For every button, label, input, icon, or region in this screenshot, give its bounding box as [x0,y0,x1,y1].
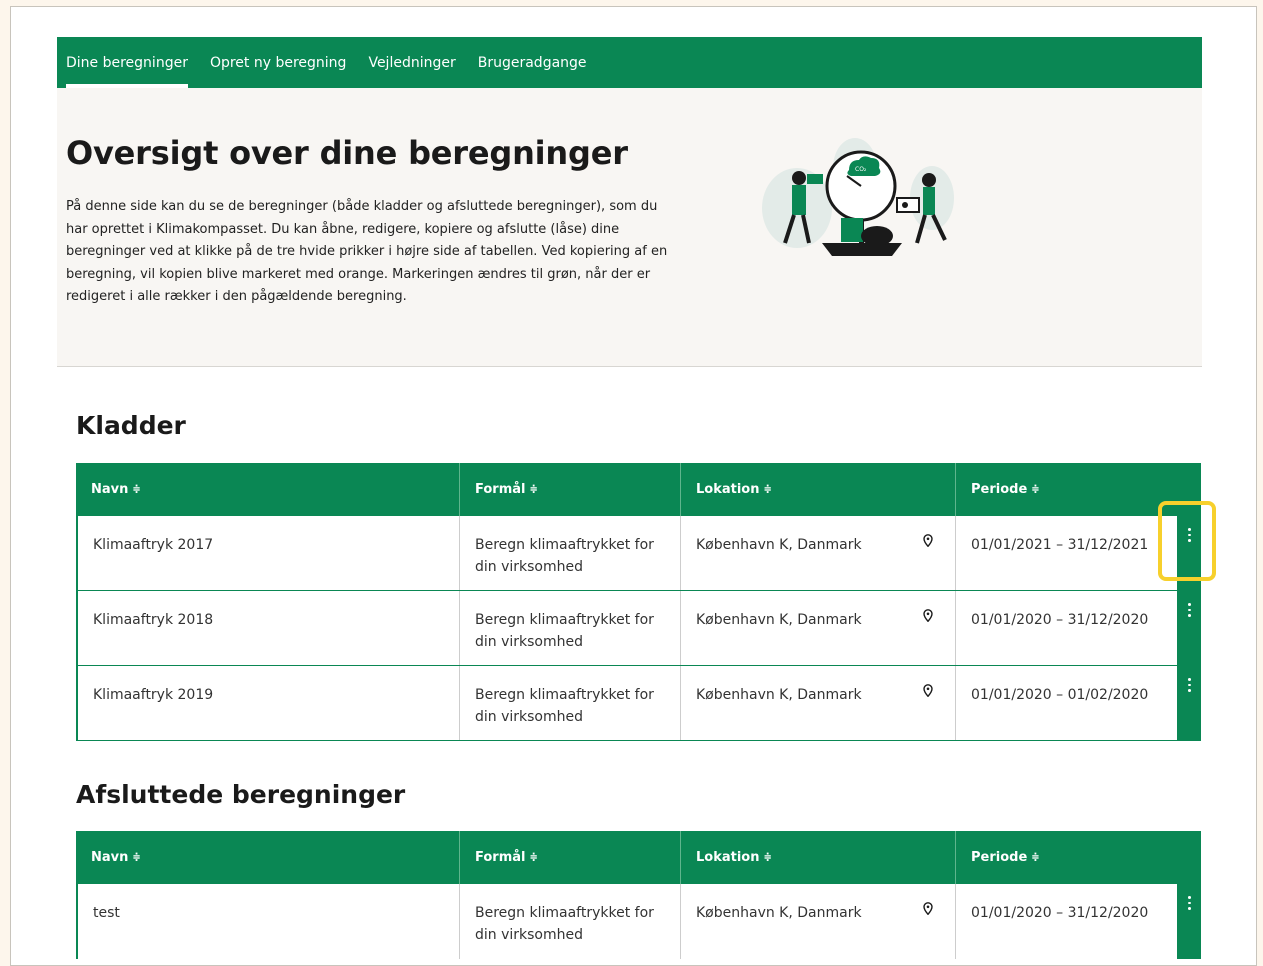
hero-banner: Oversigt over dine beregninger På denne … [57,88,1202,367]
col-header-formaal[interactable]: Formål ≑ [460,463,681,516]
page-description: På denne side kan du se de beregninger (… [66,199,668,304]
menu-highlight-annotation [1158,501,1216,581]
col-header-lokation[interactable]: Lokation ≑ [681,831,956,884]
location-pin-icon [923,684,933,697]
nav-vejledninger[interactable]: Vejledninger [357,37,466,88]
col-header-lokation[interactable]: Lokation ≑ [681,463,956,516]
row-menu-button[interactable] [1177,884,1201,959]
location-pin-icon [923,609,933,622]
cell-period: 01/01/2020 – 31/12/2020 [971,612,1149,628]
finished-table: Navn ≑ Formål ≑ Lokation ≑ Periode ≑ test Be… [76,831,1201,959]
top-navigation: Dine beregninger Opret ny beregning Vejl… [57,37,1202,88]
cell-name: Klimaaftryk 2019 [78,666,460,740]
cell-name: Klimaaftryk 2017 [78,516,460,590]
cell-period: 01/01/2021 – 31/12/2021 [971,537,1149,553]
cell-period: 01/01/2020 – 01/02/2020 [971,687,1149,703]
nav-opret-ny-beregning[interactable]: Opret ny beregning [199,37,358,88]
table-row[interactable]: test Beregn klimaaftrykket for din virks… [76,884,1201,959]
sort-icon: ≑ [529,484,538,495]
nav-brugeradgange[interactable]: Brugeradgange [467,37,598,88]
cell-period: 01/01/2020 – 31/12/2020 [971,905,1149,921]
kebab-menu-icon [1187,896,1191,911]
sort-icon: ≑ [529,852,538,863]
sort-icon: ≑ [132,484,141,495]
sort-icon: ≑ [1031,852,1040,863]
table-row[interactable]: Klimaaftryk 2018 Beregn klimaaftrykket f… [76,591,1201,666]
table-row[interactable]: Klimaaftryk 2017 Beregn klimaaftrykket f… [76,516,1201,591]
table-header: Navn ≑ Formål ≑ Lokation ≑ Periode ≑ [76,463,1201,516]
cell-location: København K, Danmark [681,884,956,959]
cell-purpose: Beregn klimaaftrykket for din virksomhed [460,591,681,665]
location-pin-icon [923,534,933,547]
cell-purpose: Beregn klimaaftrykket for din virksomhed [460,516,681,590]
sort-icon: ≑ [1031,484,1040,495]
drafts-title: Kladder [76,411,186,440]
row-menu-button[interactable] [1177,666,1201,740]
cell-location: København K, Danmark [681,591,956,665]
finished-title: Afsluttede beregninger [76,780,406,809]
page-title: Oversigt over dine beregninger [66,134,628,172]
col-header-periode[interactable]: Periode ≑ [956,831,1201,884]
cell-location: København K, Danmark [681,666,956,740]
nav-dine-beregninger[interactable]: Dine beregninger [55,37,199,88]
kebab-menu-icon [1187,678,1191,693]
col-header-navn[interactable]: Navn ≑ [76,463,460,516]
col-header-navn[interactable]: Navn ≑ [76,831,460,884]
col-header-formaal[interactable]: Formål ≑ [460,831,681,884]
table-header: Navn ≑ Formål ≑ Lokation ≑ Periode ≑ [76,831,1201,884]
sort-icon: ≑ [763,852,772,863]
drafts-table: Navn ≑ Formål ≑ Lokation ≑ Periode ≑ Klimaaf… [76,463,1201,741]
row-menu-button[interactable] [1177,591,1201,665]
cell-purpose: Beregn klimaaftrykket for din virksomhed [460,884,681,959]
cell-name: test [78,884,460,959]
location-pin-icon [923,902,933,915]
cell-name: Klimaaftryk 2018 [78,591,460,665]
sort-icon: ≑ [763,484,772,495]
co2-label: CO₂ [855,166,867,173]
climate-scale-illustration: CO₂ [762,138,954,256]
cell-location: København K, Danmark [681,516,956,590]
kebab-menu-icon [1187,603,1191,618]
sort-icon: ≑ [132,852,141,863]
table-row[interactable]: Klimaaftryk 2019 Beregn klimaaftrykket f… [76,666,1201,741]
cell-purpose: Beregn klimaaftrykket for din virksomhed [460,666,681,740]
